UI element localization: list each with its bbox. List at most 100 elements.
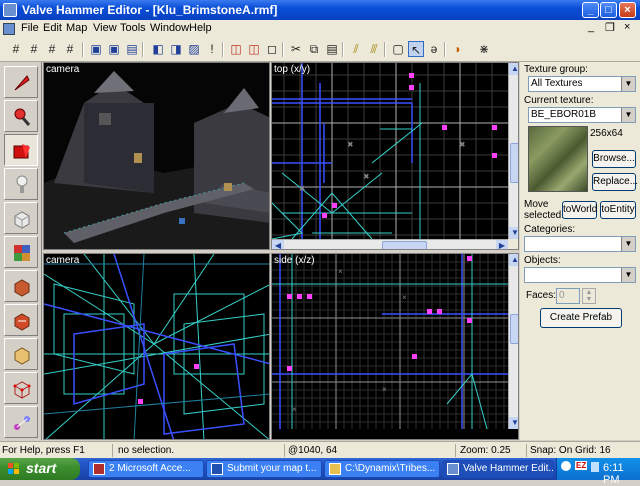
run-map-icon[interactable]: ◗ bbox=[450, 41, 466, 57]
path-tool[interactable] bbox=[4, 406, 38, 438]
load-window-state-icon[interactable]: ▣ bbox=[88, 41, 104, 57]
create-prefab-button[interactable]: Create Prefab bbox=[540, 308, 622, 328]
scroll-up-arrow[interactable]: ▲ bbox=[509, 254, 518, 266]
scroll-up-arrow[interactable]: ▲ bbox=[509, 63, 518, 75]
apply-texture-tool[interactable] bbox=[4, 270, 38, 302]
texture-application-icon[interactable]: ǝ bbox=[426, 41, 442, 57]
hide-entities-icon[interactable]: ⫽ bbox=[348, 41, 364, 57]
camera-tool[interactable] bbox=[4, 134, 38, 166]
3d-grid-icon[interactable]: # bbox=[26, 41, 42, 57]
menu-tools[interactable]: Tools bbox=[120, 22, 146, 34]
faces-label: Faces: bbox=[526, 290, 557, 301]
viewport-label[interactable]: top (x/y) bbox=[274, 64, 310, 75]
to-entity-button[interactable]: toEntity bbox=[600, 201, 636, 219]
grid-toggle-icon[interactable]: # bbox=[8, 41, 24, 57]
menu-map[interactable]: Map bbox=[66, 22, 87, 34]
chevron-down-icon[interactable]: ▼ bbox=[621, 237, 635, 251]
chevron-down-icon[interactable]: ▼ bbox=[621, 77, 635, 91]
scroll-down-arrow[interactable]: ▼ bbox=[509, 417, 518, 429]
scroll-thumb[interactable] bbox=[510, 314, 518, 344]
replace-button[interactable]: Replace... bbox=[592, 173, 638, 191]
to-world-button[interactable]: toWorld bbox=[562, 201, 597, 219]
vertex-tool[interactable] bbox=[4, 372, 38, 404]
scroll-thumb[interactable] bbox=[510, 143, 518, 183]
entity-report-icon[interactable]: ⋇ bbox=[476, 41, 492, 57]
toolbar: # # # # ▣ ▣ ▤ ◧ ◨ ▨ ! ◫ ◫ ◻ ✂ ⧉ ▤ ⫽ ⫻ ▢ … bbox=[0, 38, 640, 62]
top-xy-viewport[interactable]: top (x/y) × × × × ◀ ▶ ▲ ▼ bbox=[271, 62, 519, 250]
volume-icon[interactable] bbox=[561, 461, 571, 471]
scroll-left-arrow[interactable]: ◀ bbox=[272, 240, 284, 249]
entity-tool[interactable] bbox=[4, 168, 38, 200]
select-cursor-icon[interactable]: ↖ bbox=[408, 41, 424, 57]
vertical-scrollbar[interactable]: ▲ ▼ bbox=[508, 63, 518, 239]
taskbar-item-hammer[interactable]: Valve Hammer Edit... bbox=[442, 460, 554, 478]
scroll-down-arrow[interactable]: ▼ bbox=[509, 227, 518, 239]
doc-close-button[interactable]: × bbox=[624, 21, 630, 33]
carve-icon[interactable]: ! bbox=[204, 41, 220, 57]
texture-tool[interactable] bbox=[4, 236, 38, 268]
doc-minimize-button[interactable]: _ bbox=[588, 21, 594, 33]
paste-icon[interactable]: ▤ bbox=[324, 41, 340, 57]
ungroup-icon[interactable]: ◨ bbox=[168, 41, 184, 57]
vertical-scrollbar[interactable]: ▲ ▼ bbox=[508, 254, 518, 429]
menu-edit[interactable]: Edit bbox=[43, 22, 62, 34]
taskbar: start 2 Microsoft Acce... Submit your ma… bbox=[0, 458, 640, 486]
clip-tool[interactable] bbox=[4, 338, 38, 370]
hide-selected-icon[interactable]: ▨ bbox=[186, 41, 202, 57]
document-icon[interactable] bbox=[3, 23, 15, 35]
start-button[interactable]: start bbox=[0, 458, 80, 480]
network-icon[interactable] bbox=[591, 462, 599, 472]
magnify-tool[interactable] bbox=[4, 100, 38, 132]
top-wireframe-grid: × × × × bbox=[272, 63, 518, 249]
texture-lock-icon[interactable]: ◫ bbox=[228, 41, 244, 57]
texture-group-select[interactable]: All Textures ▼ bbox=[528, 76, 636, 92]
decal-icon[interactable]: ◻ bbox=[264, 41, 280, 57]
viewport-label[interactable]: camera bbox=[46, 64, 79, 75]
menu-view[interactable]: View bbox=[93, 22, 117, 34]
doc-restore-button[interactable]: ❐ bbox=[605, 21, 615, 34]
taskbar-item-label: Submit your map t... bbox=[227, 463, 317, 474]
save-window-state-icon[interactable]: ▣ bbox=[106, 41, 122, 57]
maximize-button[interactable]: □ bbox=[600, 2, 617, 18]
taskbar-item-folder[interactable]: C:\Dynamix\Tribes... bbox=[324, 460, 440, 478]
grid-smaller-icon[interactable]: # bbox=[44, 41, 60, 57]
window-icon[interactable]: ▤ bbox=[124, 41, 140, 57]
block-tool[interactable] bbox=[4, 202, 38, 234]
scroll-right-arrow[interactable]: ▶ bbox=[496, 240, 508, 249]
faces-spinner[interactable]: ▲ ▼ bbox=[582, 288, 596, 304]
chevron-down-icon[interactable]: ▼ bbox=[621, 108, 635, 122]
camera-viewport-3d[interactable]: camera bbox=[43, 62, 270, 250]
camera-viewport-wireframe[interactable]: camera bbox=[43, 253, 270, 440]
minimize-button[interactable]: _ bbox=[582, 2, 599, 18]
show-entities-icon[interactable]: ⫻ bbox=[366, 41, 382, 57]
close-button[interactable]: × bbox=[619, 2, 636, 18]
taskbar-item-submit[interactable]: Submit your map t... bbox=[206, 460, 322, 478]
viewport-label[interactable]: side (x/z) bbox=[274, 255, 315, 266]
selection-tool[interactable] bbox=[4, 66, 38, 98]
chevron-down-icon[interactable]: ▼ bbox=[621, 268, 635, 282]
side-xz-viewport[interactable]: side (x/z) × × × × ▲ ▼ bbox=[271, 253, 519, 440]
menu-help[interactable]: Help bbox=[189, 22, 212, 34]
viewport-label[interactable]: camera bbox=[46, 255, 79, 266]
menu-window[interactable]: Window bbox=[150, 22, 189, 34]
selection-box-icon[interactable]: ▢ bbox=[390, 41, 406, 57]
menu-file[interactable]: File bbox=[21, 22, 39, 34]
svg-text:×: × bbox=[364, 172, 369, 181]
ez-badge-icon[interactable]: EZ bbox=[575, 461, 588, 470]
hammer-app-icon[interactable] bbox=[3, 3, 17, 17]
taskbar-item-access[interactable]: 2 Microsoft Acce... bbox=[88, 460, 204, 478]
scroll-thumb[interactable] bbox=[382, 241, 427, 249]
browse-button[interactable]: Browse... bbox=[592, 150, 636, 168]
faces-field[interactable]: 0 bbox=[556, 288, 580, 304]
cut-icon[interactable]: ✂ bbox=[288, 41, 304, 57]
transform-icon[interactable]: ◫ bbox=[246, 41, 262, 57]
grid-larger-icon[interactable]: # bbox=[62, 41, 78, 57]
decal-tool[interactable] bbox=[4, 304, 38, 336]
current-texture-select[interactable]: BE_EBOR01B ▼ bbox=[528, 107, 636, 123]
copy-icon[interactable]: ⧉ bbox=[306, 41, 322, 57]
categories-select[interactable]: ▼ bbox=[524, 236, 636, 252]
group-icon[interactable]: ◧ bbox=[150, 41, 166, 57]
objects-select[interactable]: ▼ bbox=[524, 267, 636, 283]
clock[interactable]: 6:11 PM bbox=[603, 462, 640, 486]
horizontal-scrollbar[interactable]: ◀ ▶ bbox=[272, 239, 508, 249]
